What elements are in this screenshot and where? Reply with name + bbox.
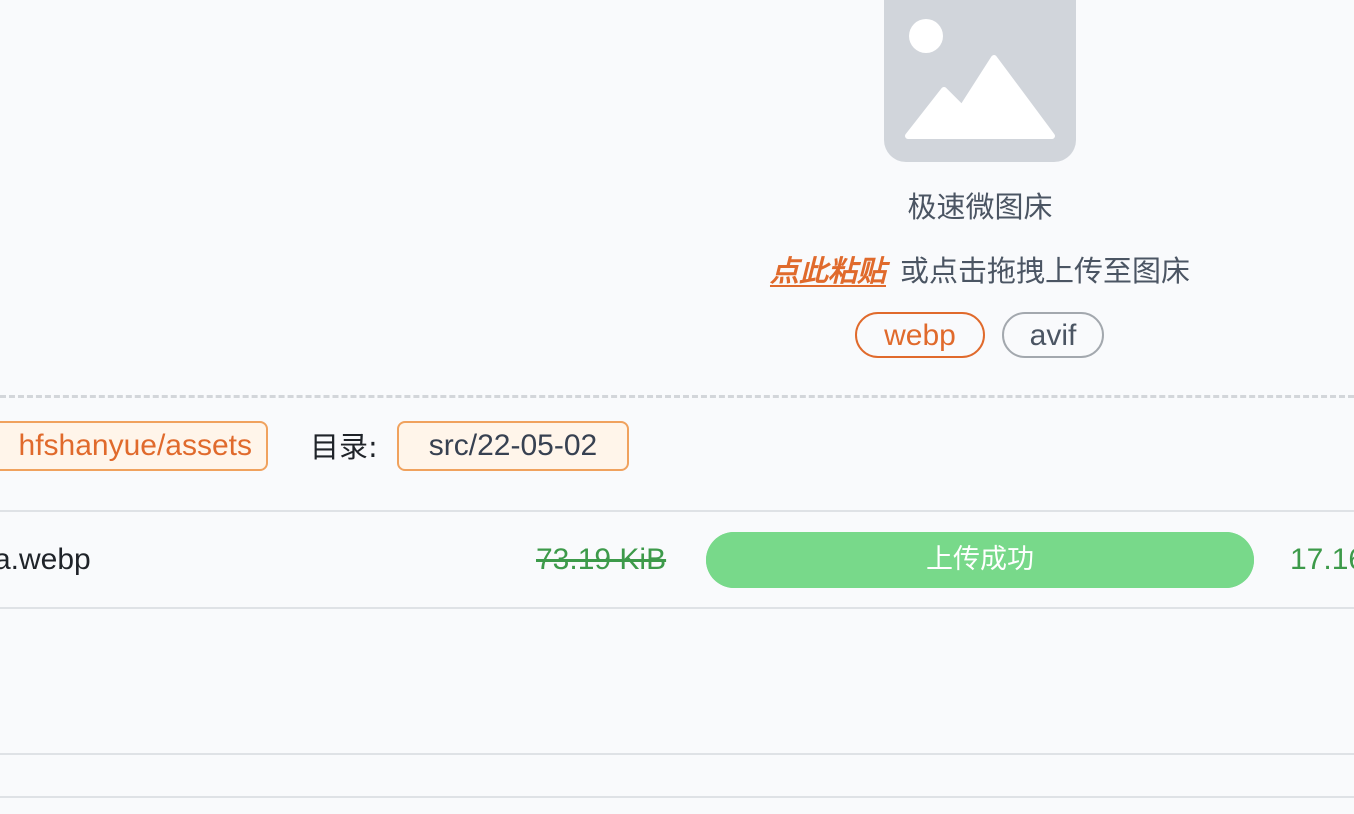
upload-status-text: 上传成功 <box>926 544 1034 575</box>
directory-label: 目录: <box>310 430 378 464</box>
format-option-webp[interactable]: webp <box>855 312 985 358</box>
row-divider <box>0 796 1354 798</box>
upload-status-bar: 上传成功 <box>706 532 1254 588</box>
table-divider <box>0 510 1354 512</box>
upload-drop-zone[interactable]: 极速微图床 点此粘贴 或点击拖拽上传至图床 webp avif <box>0 0 1354 396</box>
row-divider <box>0 607 1354 609</box>
app-title: 极速微图床 <box>907 190 1053 224</box>
directory-tag[interactable]: src/22-05-02 <box>397 421 629 471</box>
file-name[interactable]: a.webp <box>0 539 91 581</box>
row-divider <box>0 753 1354 755</box>
paste-link[interactable]: 点此粘贴 <box>770 254 886 288</box>
upload-instructions: 点此粘贴 或点击拖拽上传至图床 <box>700 250 1260 292</box>
drag-hint: 或点击拖拽上传至图床 <box>900 254 1191 288</box>
original-size: 73.19 KiB <box>536 543 667 576</box>
compressed-size: 17.16 <box>1290 543 1354 576</box>
format-option-avif[interactable]: avif <box>1002 312 1104 358</box>
image-placeholder-icon <box>884 0 1076 162</box>
drop-zone-divider <box>0 395 1354 398</box>
repo-tag[interactable]: hfshanyue/assets <box>0 421 268 471</box>
